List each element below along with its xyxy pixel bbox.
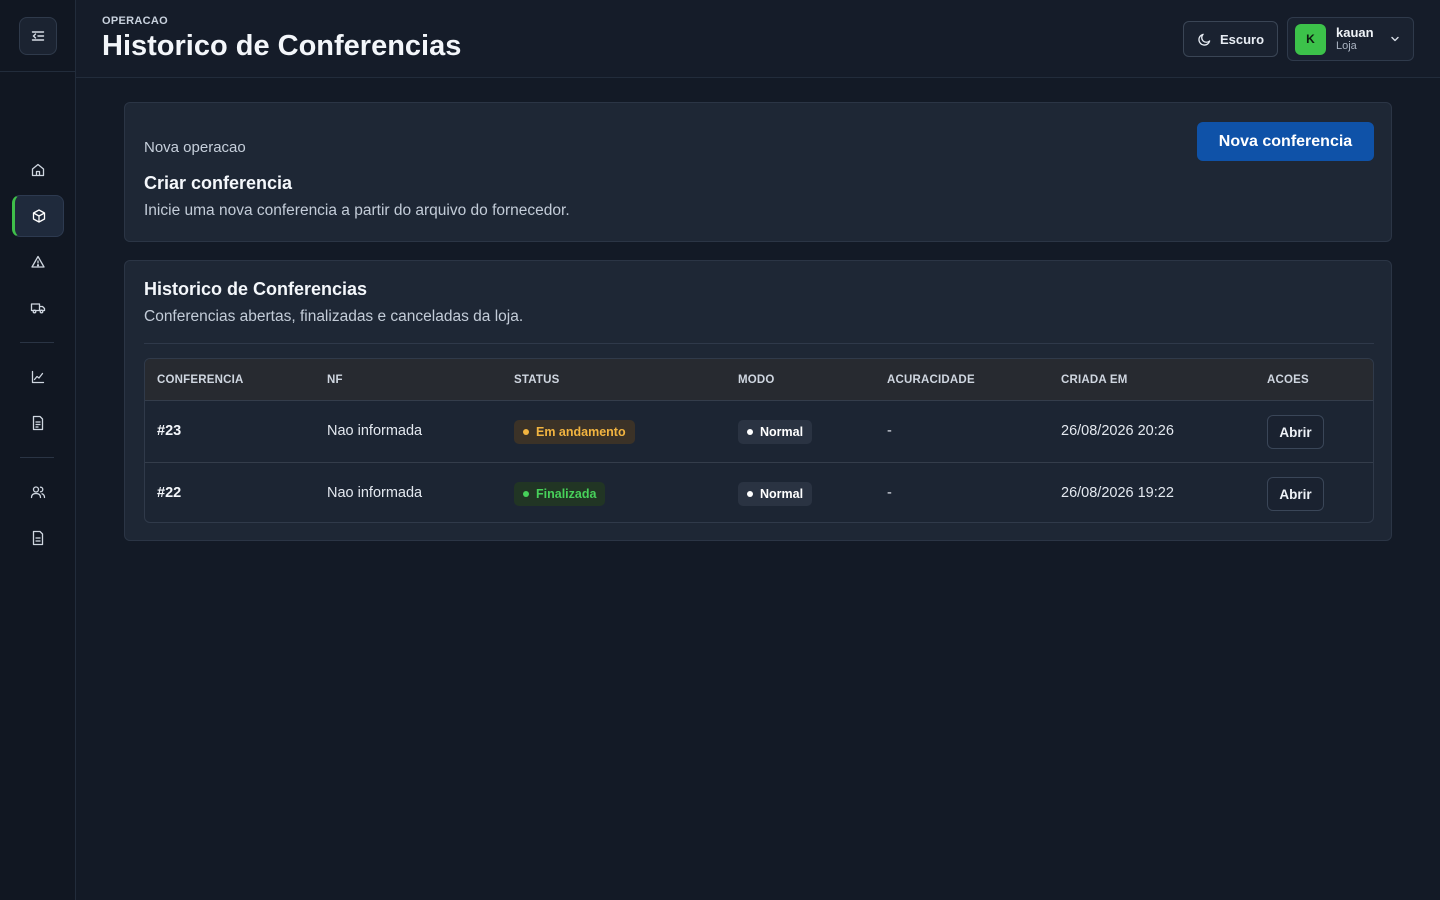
chevron-down-icon: [1391, 36, 1399, 42]
sidebar-divider: [20, 342, 54, 343]
theme-label: Escuro: [1219, 31, 1265, 47]
table-row[interactable]: #22 Nao informada Finalizada Normal - 26…: [145, 462, 1373, 522]
card-title: Criar conferencia: [144, 173, 293, 193]
status-label: Em andamento: [536, 425, 626, 439]
column-header-conference[interactable]: CONFERENCIA: [157, 374, 244, 386]
warning-icon: [31, 255, 45, 268]
card-title: Historico de Conferencias: [144, 279, 368, 299]
sidebar-item-reports[interactable]: [12, 356, 64, 398]
mode-label: Normal: [760, 425, 804, 439]
cell-created-at: 26/08/2026 20:26: [1061, 423, 1174, 439]
avatar: K: [1295, 23, 1326, 55]
mode-dot-icon: [747, 491, 753, 497]
status-dot-icon: [523, 429, 529, 435]
sidebar-item-files[interactable]: [12, 517, 64, 559]
status-badge: Finalizada: [514, 482, 606, 506]
user-name: kauan: [1336, 25, 1374, 40]
sidebar-item-home[interactable]: [12, 149, 64, 191]
new-conference-button[interactable]: Nova conferencia: [1197, 122, 1374, 161]
sidebar-item-alerts[interactable]: [12, 241, 64, 283]
cell-nf: Nao informada: [327, 485, 423, 501]
column-header-accuracy[interactable]: ACURACIDADE: [887, 374, 975, 386]
sidebar-item-conferences[interactable]: [12, 195, 64, 237]
sidebar: [0, 0, 76, 900]
collapse-icon: [31, 30, 44, 41]
home-icon: [31, 163, 45, 177]
table-header: CONFERENCIA NF STATUS MODO ACURACIDADE C…: [145, 359, 1373, 401]
history-card: Historico de Conferencias Conferencias a…: [124, 260, 1392, 541]
section-eyebrow: OPERACAO: [102, 15, 168, 27]
table-row[interactable]: #23 Nao informada Em andamento Normal - …: [145, 401, 1373, 462]
truck-icon: [30, 303, 46, 314]
user-info: kauan Loja: [1336, 26, 1374, 52]
cell-created-at: 26/08/2026 19:22: [1061, 485, 1174, 501]
open-conference-button[interactable]: Abrir: [1267, 477, 1324, 511]
column-header-created-at[interactable]: CRIADA EM: [1061, 374, 1128, 386]
column-header-status[interactable]: STATUS: [514, 374, 560, 386]
top-bar: OPERACAO Historico de Conferencias Escur…: [76, 0, 1440, 78]
create-conference-card: Nova operacao Criar conferencia Inicie u…: [124, 102, 1392, 242]
sidebar-item-users[interactable]: [12, 471, 64, 513]
user-menu-button[interactable]: K kauan Loja: [1287, 17, 1414, 61]
page-title: Historico de Conferencias: [102, 30, 462, 62]
mode-dot-icon: [747, 429, 753, 435]
column-header-actions: ACOES: [1267, 374, 1309, 386]
column-header-nf[interactable]: NF: [327, 374, 343, 386]
box-icon: [32, 209, 46, 223]
open-conference-button[interactable]: Abrir: [1267, 415, 1324, 449]
cell-accuracy: -: [887, 423, 892, 439]
collapse-sidebar-button[interactable]: [18, 16, 57, 55]
moon-icon: [1198, 33, 1211, 46]
card-eyebrow: Nova operacao: [144, 139, 246, 156]
conferences-table: CONFERENCIA NF STATUS MODO ACURACIDADE C…: [144, 358, 1374, 523]
card-description: Inicie uma nova conferencia a partir do …: [144, 202, 570, 219]
card-description: Conferencias abertas, finalizadas e canc…: [144, 308, 524, 325]
column-header-mode[interactable]: MODO: [738, 374, 775, 386]
theme-toggle-button[interactable]: Escuro: [1183, 21, 1278, 57]
chart-icon: [31, 370, 45, 384]
cell-conference-id: #23: [157, 423, 182, 439]
sidebar-header: [0, 0, 75, 72]
status-dot-icon: [523, 491, 529, 497]
sidebar-divider: [20, 457, 54, 458]
cell-conference-id: #22: [157, 485, 182, 501]
status-label: Finalizada: [536, 487, 597, 501]
cell-nf: Nao informada: [327, 423, 423, 439]
status-badge: Em andamento: [514, 420, 635, 444]
file-icon: [32, 530, 44, 546]
card-divider: [144, 343, 1374, 344]
user-role: Loja: [1336, 40, 1357, 52]
mode-badge: Normal: [738, 482, 813, 506]
sidebar-item-documents[interactable]: [12, 402, 64, 444]
users-icon: [30, 486, 46, 499]
mode-label: Normal: [760, 487, 804, 501]
mode-badge: Normal: [738, 420, 813, 444]
sidebar-item-deliveries[interactable]: [12, 287, 64, 329]
cell-accuracy: -: [887, 485, 892, 501]
document-icon: [32, 415, 44, 431]
